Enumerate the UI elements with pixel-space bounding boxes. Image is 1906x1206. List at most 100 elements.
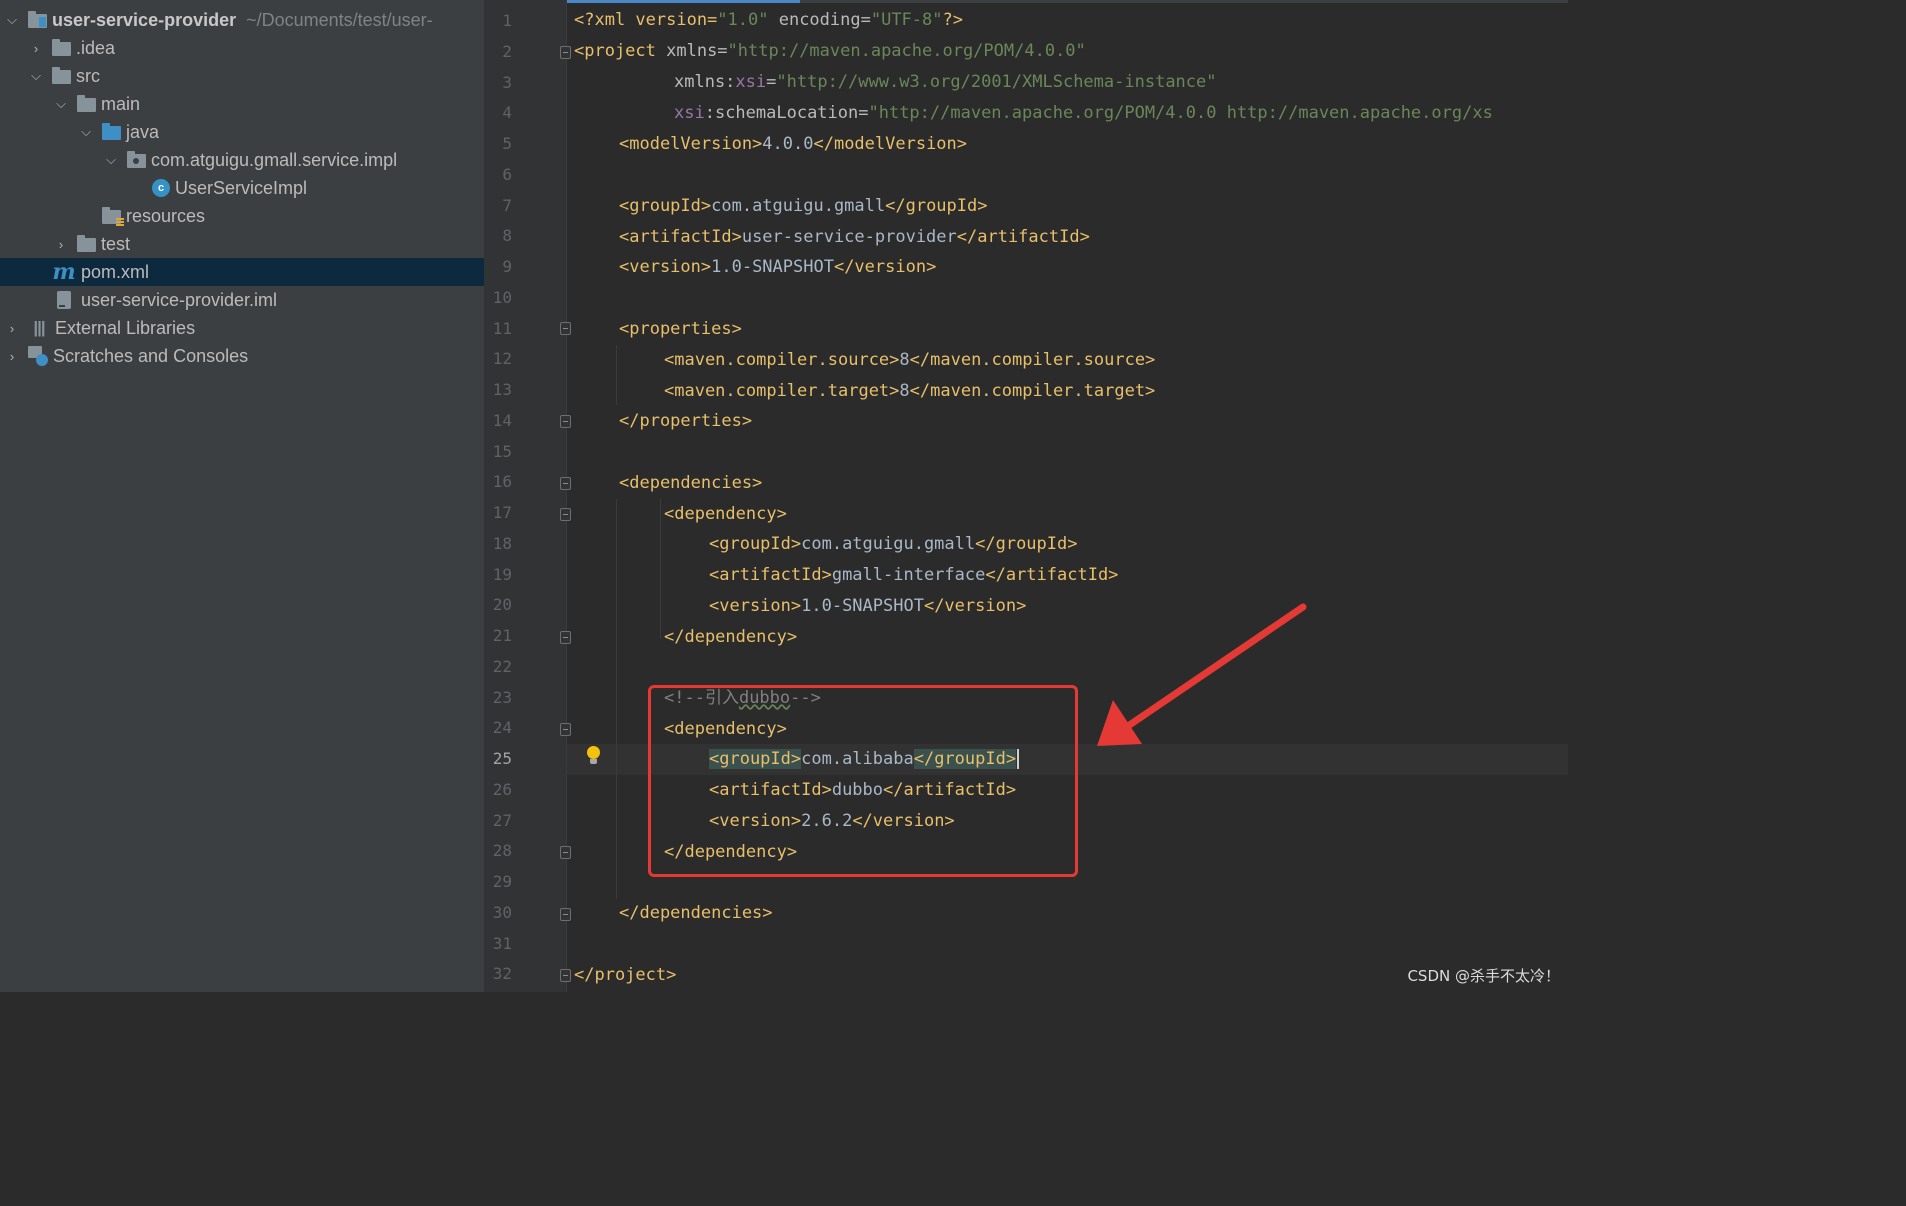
- line-number: 32: [492, 964, 512, 984]
- code-line-30[interactable]: </dependencies>: [619, 898, 773, 929]
- tree-root-user-service-provider[interactable]: ⌵ user-service-provider ~/Documents/test…: [0, 6, 484, 34]
- code-line-17[interactable]: <dependency>: [664, 499, 787, 530]
- tree-item-scratches[interactable]: › Scratches and Consoles: [0, 342, 484, 370]
- tree-root-label: user-service-provider: [52, 9, 237, 30]
- scratches-icon: [28, 346, 48, 366]
- fold-toggle-icon[interactable]: [560, 508, 571, 521]
- code-line-13[interactable]: <maven.compiler.target>8</maven.compiler…: [664, 376, 1155, 407]
- line-number: 21: [492, 626, 512, 645]
- line-number: 9: [502, 257, 512, 276]
- chevron-down-icon[interactable]: ⌵: [53, 96, 69, 112]
- line-number: 12: [492, 349, 512, 369]
- annotation-highlight-box: [648, 685, 1078, 877]
- tree-item-pom-xml[interactable]: m pom.xml: [0, 258, 484, 286]
- line-number: 1: [502, 11, 512, 30]
- tree-item-main[interactable]: ⌵ main: [0, 90, 484, 118]
- code-line-20[interactable]: <version>1.0-SNAPSHOT</version>: [709, 591, 1026, 622]
- line-number: 7: [502, 195, 512, 215]
- code-line-5[interactable]: <modelVersion>4.0.0</modelVersion>: [619, 129, 967, 160]
- maven-icon: m: [52, 259, 76, 285]
- line-number: 6: [502, 164, 512, 184]
- tree-item-label: resources: [126, 205, 206, 226]
- tree-item-label: src: [76, 65, 100, 86]
- chevron-down-icon[interactable]: ⌵: [103, 152, 119, 168]
- tree-item-label: pom.xml: [81, 261, 150, 282]
- tree-item-label: UserServiceImpl: [175, 177, 308, 198]
- code-line-2[interactable]: <project xmlns="http://maven.apache.org/…: [574, 36, 1086, 67]
- chevron-down-icon[interactable]: ⌵: [28, 68, 44, 84]
- fold-toggle-icon[interactable]: [560, 631, 571, 644]
- tree-item-package[interactable]: ⌵ com.atguigu.gmall.service.impl: [0, 146, 484, 174]
- tree-item-label: Scratches and Consoles: [53, 345, 249, 366]
- code-line-7[interactable]: <groupId>com.atguigu.gmall</groupId>: [619, 191, 987, 222]
- line-number: 29: [492, 872, 512, 891]
- fold-toggle-icon[interactable]: [560, 477, 571, 490]
- fold-toggle-icon[interactable]: [560, 969, 571, 982]
- chevron-down-icon[interactable]: ⌵: [78, 124, 94, 140]
- line-number: 17: [492, 503, 512, 522]
- line-number: 20: [492, 595, 512, 615]
- line-number: 2: [502, 41, 512, 61]
- fold-toggle-icon[interactable]: [560, 415, 571, 428]
- fold-toggle-icon[interactable]: [560, 322, 571, 335]
- code-line-16[interactable]: <dependencies>: [619, 468, 762, 499]
- fold-toggle-icon[interactable]: [560, 908, 571, 921]
- fold-toggle-icon[interactable]: [560, 46, 571, 59]
- code-line-18[interactable]: <groupId>com.atguigu.gmall</groupId>: [709, 529, 1077, 560]
- tree-item-userserviceimpl[interactable]: c UserServiceImpl: [0, 174, 484, 202]
- resources-folder-icon: [102, 207, 124, 227]
- tree-item-iml[interactable]: user-service-provider.iml: [0, 286, 484, 314]
- line-number: 14: [492, 410, 512, 430]
- code-line-4[interactable]: xsi:schemaLocation="http://maven.apache.…: [674, 98, 1493, 129]
- line-number: 8: [502, 226, 512, 246]
- line-number: 3: [502, 72, 512, 92]
- tree-item-label: test: [101, 233, 131, 254]
- line-number: 22: [492, 656, 512, 676]
- code-line-14[interactable]: </properties>: [619, 406, 752, 437]
- line-number: 11: [492, 318, 512, 338]
- tree-item-resources[interactable]: resources: [0, 202, 484, 230]
- tree-item-external-libraries[interactable]: › ||| External Libraries: [0, 314, 484, 342]
- line-number: 28: [492, 841, 512, 861]
- fold-toggle-icon[interactable]: [560, 846, 571, 859]
- tree-item-test[interactable]: › test: [0, 230, 484, 258]
- code-line-3[interactable]: xmlns:xsi="http://www.w3.org/2001/XMLSch…: [674, 67, 1217, 98]
- module-folder-icon: [28, 11, 47, 28]
- chevron-right-icon[interactable]: ›: [28, 41, 44, 56]
- code-line-11[interactable]: <properties>: [619, 314, 742, 345]
- line-number: 27: [492, 810, 512, 830]
- iml-file-icon: [52, 291, 76, 309]
- source-folder-icon: [102, 123, 121, 140]
- chevron-right-icon[interactable]: ›: [4, 321, 20, 336]
- chevron-right-icon[interactable]: ›: [53, 237, 69, 252]
- line-number: 26: [492, 779, 512, 799]
- code-line-32[interactable]: </project>: [574, 960, 676, 991]
- chevron-right-icon[interactable]: ›: [4, 349, 20, 364]
- line-number: 13: [492, 380, 512, 399]
- code-line-8[interactable]: <artifactId>user-service-provider</artif…: [619, 222, 1090, 253]
- line-number: 31: [492, 933, 512, 953]
- code-line-21[interactable]: </dependency>: [664, 622, 797, 653]
- line-number: 25: [492, 749, 512, 768]
- tree-item-label: java: [126, 121, 160, 142]
- tree-item-idea[interactable]: › .idea: [0, 34, 484, 62]
- code-line-12[interactable]: <maven.compiler.source>8</maven.compiler…: [664, 345, 1155, 376]
- code-line-9[interactable]: <version>1.0-SNAPSHOT</version>: [619, 252, 936, 283]
- tree-item-src[interactable]: ⌵ src: [0, 62, 484, 90]
- chevron-down-icon[interactable]: ⌵: [4, 12, 20, 28]
- line-number: 4: [502, 103, 512, 123]
- folder-icon: [77, 95, 96, 112]
- fold-toggle-icon[interactable]: [560, 723, 571, 736]
- line-number: 16: [492, 472, 512, 492]
- folder-icon: [77, 235, 96, 252]
- package-icon: [127, 151, 146, 168]
- code-line-1[interactable]: <?xml version="1.0" encoding="UTF-8"?>: [574, 5, 963, 36]
- class-icon: c: [152, 179, 170, 197]
- tree-item-java[interactable]: ⌵ java: [0, 118, 484, 146]
- libraries-icon: |||: [33, 318, 45, 337]
- tree-item-label: External Libraries: [55, 317, 196, 338]
- folder-icon: [52, 39, 71, 56]
- line-number: 30: [492, 902, 512, 922]
- lightbulb-icon[interactable]: [586, 746, 600, 766]
- code-line-19[interactable]: <artifactId>gmall-interface</artifactId>: [709, 560, 1118, 591]
